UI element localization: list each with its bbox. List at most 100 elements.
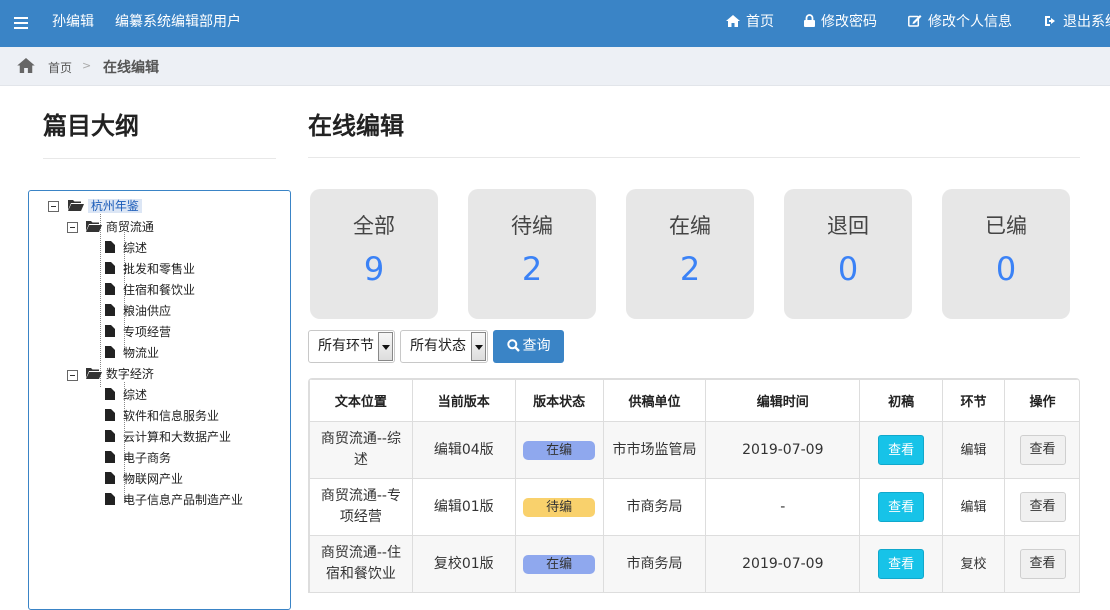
folder-open-icon [86,368,102,379]
file-icon [105,304,115,316]
nav-home-link[interactable]: 首页 [726,0,774,47]
cell-stage: 编辑 [942,478,1005,536]
stat-card-label: 在编 [669,214,711,238]
cell-time: 2019-07-09 [705,421,861,479]
tree-node-file[interactable]: 软件和信息服务业 [105,407,219,425]
nav-logout-label: 退出系统 [1063,14,1110,30]
cell-draft: 查看 [859,478,944,536]
table-row: 商贸流通--专项经营 编辑01版 待编 市商务局 - 查看 编辑 查看 [309,478,1079,536]
table-row: 商贸流通--综述 编辑04版 在编 市市场监管局 2019-07-09 查看 编… [309,421,1079,479]
breadcrumb-current: 在线编辑 [103,60,159,76]
tree-collapse-toggle[interactable] [48,201,59,212]
file-icon [105,325,115,337]
view-action-button[interactable]: 查看 [1019,549,1066,579]
stat-card-label: 已编 [985,214,1027,238]
stat-card-value: 2 [521,250,543,288]
breadcrumb: 首页 > 在线编辑 [0,47,1110,86]
cell-draft: 查看 [859,421,944,479]
stat-card-pending[interactable]: 待编 2 [468,189,596,319]
top-navbar: 孙编辑 编纂系统编辑部用户 首页 修改密码 修改个人信息 退出系统 [0,0,1110,47]
cell-version: 编辑01版 [411,478,516,536]
breadcrumb-home-icon[interactable] [17,58,35,73]
stat-card-label: 待编 [511,214,553,238]
tree-collapse-toggle[interactable] [67,222,78,233]
tree-node-file[interactable]: 电子信息产品制造产业 [105,491,243,509]
tree-node-file[interactable]: 住宿和餐饮业 [105,281,195,299]
stage-filter-select[interactable]: 所有环节 [308,330,395,363]
chevron-down-icon [471,332,486,361]
cell-draft: 查看 [859,535,944,593]
user-role: 编纂系统编辑部用户 [115,14,241,30]
hamburger-icon [14,17,28,29]
tree-node-label: 软件和信息服务业 [123,409,220,423]
stat-card-editing[interactable]: 在编 2 [626,189,754,319]
status-filter-select[interactable]: 所有状态 [400,330,488,363]
nav-edit-profile-link[interactable]: 修改个人信息 [908,0,1012,47]
column-header: 供稿单位 [602,379,707,422]
stat-card-all[interactable]: 全部 9 [310,189,438,319]
stat-card-returned[interactable]: 退回 0 [784,189,912,319]
nav-change-password-link[interactable]: 修改密码 [804,0,877,47]
tree-node-file[interactable]: 粮油供应 [105,302,171,320]
view-action-button[interactable]: 查看 [1019,435,1066,465]
breadcrumb-home-link[interactable]: 首页 [48,59,72,76]
view-draft-button[interactable]: 查看 [878,549,925,579]
search-icon [506,339,520,352]
cell-version: 编辑04版 [411,421,516,479]
status-badge: 在编 [523,440,596,460]
tree-node-label: 云计算和大数据产业 [123,430,232,444]
cell-location: 商贸流通--住宿和餐饮业 [309,535,413,593]
tree-node-folder[interactable]: 商贸流通 [86,218,154,236]
file-icon [105,430,115,442]
tree-node-file[interactable]: 综述 [105,239,147,257]
cell-stage: 编辑 [942,421,1005,479]
tree-node-label: 综述 [123,241,148,255]
stat-card-done[interactable]: 已编 0 [942,189,1070,319]
tree-collapse-toggle[interactable] [67,370,78,381]
query-button[interactable]: 查询 [493,330,564,363]
user-name: 孙编辑 [52,14,94,30]
tree-node-file[interactable]: 批发和零售业 [105,260,195,278]
cell-unit: 市商务局 [602,478,707,536]
stat-card-value: 0 [995,250,1017,288]
cell-unit: 市市场监管局 [602,421,707,479]
tree-node-file[interactable]: 物联网产业 [105,470,183,488]
nav-logout-link[interactable]: 退出系统 [1044,0,1110,47]
folder-open-icon [86,221,102,232]
column-header: 编辑时间 [705,379,861,422]
file-icon [105,451,115,463]
column-header: 初稿 [859,379,944,422]
file-icon [105,388,115,400]
column-header: 版本状态 [514,379,604,422]
tree-node-label: 批发和零售业 [123,262,196,276]
cell-action: 查看 [1004,478,1079,536]
view-action-button[interactable]: 查看 [1019,492,1066,522]
nav-home-label: 首页 [746,14,774,30]
cell-action: 查看 [1004,421,1079,479]
tree-node-label: 物流业 [123,346,160,360]
tree-node-file[interactable]: 综述 [105,386,147,404]
page-title-divider [308,157,1080,158]
edit-icon [908,15,922,27]
outline-title: 篇目大纲 [43,112,139,140]
tree-node-root[interactable]: 杭州年鉴 [68,197,142,215]
view-draft-button[interactable]: 查看 [878,492,925,522]
column-header: 环节 [942,379,1005,422]
menu-toggle-button[interactable] [14,0,28,47]
cell-location: 商贸流通--综述 [309,421,413,479]
stat-card-value: 0 [837,250,859,288]
nav-edit-profile-label: 修改个人信息 [928,14,1012,30]
tree-node-file[interactable]: 云计算和大数据产业 [105,428,231,446]
tree-node-file[interactable]: 电子商务 [105,449,171,467]
nav-change-password-label: 修改密码 [821,14,877,30]
logout-icon [1045,16,1055,26]
cell-stage: 复校 [942,535,1005,593]
cell-time: - [705,478,861,536]
tree-node-file[interactable]: 物流业 [105,344,159,362]
tree-node-folder[interactable]: 数字经济 [86,365,154,383]
lock-icon [804,14,815,27]
page-title: 在线编辑 [308,112,404,140]
tree-node-file[interactable]: 专项经营 [105,323,171,341]
file-icon [105,409,115,421]
view-draft-button[interactable]: 查看 [878,435,925,465]
